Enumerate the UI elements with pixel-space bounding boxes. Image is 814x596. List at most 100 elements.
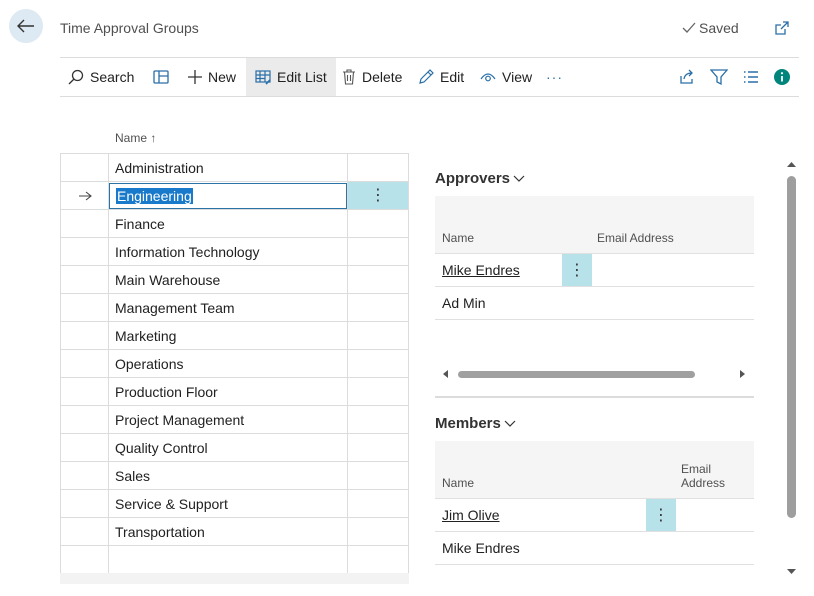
approvers-grid: Name Email Address Mike Endres ⋮ Ad Min bbox=[435, 196, 754, 365]
row-indicator-cell[interactable] bbox=[60, 238, 109, 265]
list-icon[interactable] bbox=[742, 68, 760, 86]
row-indicator-cell[interactable] bbox=[60, 518, 109, 545]
scroll-down-icon[interactable] bbox=[787, 568, 796, 575]
check-icon bbox=[682, 22, 696, 33]
share-icon[interactable] bbox=[677, 68, 695, 86]
list-row[interactable]: Sales bbox=[60, 462, 409, 490]
row-actions-cell bbox=[348, 238, 409, 265]
name-cell[interactable]: Service & Support bbox=[109, 490, 348, 517]
approvers-horizontal-scrollbar[interactable] bbox=[435, 365, 754, 383]
row-indicator-cell[interactable] bbox=[60, 322, 109, 349]
list-row[interactable]: Engineering ⋮ bbox=[60, 182, 409, 210]
filter-icon[interactable] bbox=[710, 68, 728, 86]
name-cell[interactable]: Transportation bbox=[109, 518, 348, 545]
name-cell[interactable]: Production Floor bbox=[109, 378, 348, 405]
scroll-up-icon[interactable] bbox=[787, 161, 796, 168]
approvers-name-link[interactable]: Mike Endres bbox=[442, 262, 520, 278]
name-cell[interactable]: Main Warehouse bbox=[109, 266, 348, 293]
approvers-scroll-thumb[interactable] bbox=[458, 371, 695, 378]
list-row[interactable]: Main Warehouse bbox=[60, 266, 409, 294]
name-cell-editor[interactable]: Engineering bbox=[109, 182, 347, 209]
row-indicator-cell[interactable] bbox=[60, 378, 109, 405]
row-indicator-cell[interactable] bbox=[60, 434, 109, 461]
layout-icon[interactable] bbox=[152, 68, 170, 86]
new-row[interactable] bbox=[60, 546, 409, 574]
name-cell[interactable]: Management Team bbox=[109, 294, 348, 321]
search-button[interactable]: Search bbox=[68, 58, 134, 96]
list-row[interactable]: Quality Control bbox=[60, 434, 409, 462]
row-more-options-button[interactable]: ⋮ bbox=[562, 254, 592, 287]
name-cell[interactable]: Project Management bbox=[109, 406, 348, 433]
more-options-icon[interactable]: ⋮ bbox=[370, 187, 386, 204]
row-indicator-cell[interactable] bbox=[60, 462, 109, 489]
members-empty-row bbox=[435, 564, 754, 584]
row-indicator-cell[interactable] bbox=[60, 182, 109, 209]
row-indicator-cell[interactable] bbox=[60, 294, 109, 321]
trash-icon bbox=[343, 69, 355, 85]
info-icon[interactable] bbox=[773, 68, 791, 86]
row-actions-cell bbox=[348, 350, 409, 377]
row-indicator-cell[interactable] bbox=[60, 406, 109, 433]
row-actions-cell[interactable]: ⋮ bbox=[348, 182, 409, 209]
row-indicator-cell[interactable] bbox=[60, 266, 109, 293]
approvers-name-header[interactable]: Name bbox=[442, 231, 474, 245]
row-indicator-cell[interactable] bbox=[60, 490, 109, 517]
delete-label: Delete bbox=[362, 69, 403, 85]
scroll-right-icon[interactable] bbox=[739, 370, 745, 378]
list-row[interactable]: Operations bbox=[60, 350, 409, 378]
row-actions-cell bbox=[348, 434, 409, 461]
name-cell[interactable]: Information Technology bbox=[109, 238, 348, 265]
list-row[interactable]: Marketing bbox=[60, 322, 409, 350]
list-row[interactable]: Production Floor bbox=[60, 378, 409, 406]
name-cell[interactable]: Operations bbox=[109, 350, 348, 377]
search-label: Search bbox=[90, 69, 135, 85]
name-cell[interactable]: Quality Control bbox=[109, 434, 348, 461]
edit-button[interactable]: Edit bbox=[418, 58, 464, 96]
name-cell[interactable]: Engineering bbox=[109, 182, 348, 209]
popout-icon[interactable] bbox=[773, 19, 791, 37]
part-divider bbox=[435, 396, 754, 398]
row-indicator-cell[interactable] bbox=[60, 350, 109, 377]
new-label: New bbox=[208, 69, 237, 85]
view-button[interactable]: View bbox=[480, 58, 532, 96]
list-row[interactable]: Information Technology bbox=[60, 238, 409, 266]
name-cell[interactable]: Marketing bbox=[109, 322, 348, 349]
name-cell[interactable]: Administration bbox=[109, 154, 348, 181]
name-column-header[interactable]: Name ↑ bbox=[115, 131, 156, 145]
row-indicator-cell[interactable] bbox=[60, 210, 109, 237]
scroll-left-icon[interactable] bbox=[443, 370, 449, 378]
name-cell[interactable]: Finance bbox=[109, 210, 348, 237]
approvers-header: Name Email Address bbox=[435, 196, 754, 253]
delete-button[interactable]: Delete bbox=[342, 58, 402, 96]
name-cell[interactable] bbox=[109, 546, 348, 573]
list-row[interactable]: Service & Support bbox=[60, 490, 409, 518]
members-email-header[interactable]: Email Address bbox=[681, 462, 754, 490]
vertical-scroll-thumb[interactable] bbox=[787, 176, 796, 518]
list-row[interactable]: Management Team bbox=[60, 294, 409, 322]
list-row[interactable]: Finance bbox=[60, 210, 409, 238]
members-name-link[interactable]: Jim Olive bbox=[442, 507, 500, 523]
edit-list-button[interactable]: Edit List bbox=[246, 58, 336, 96]
approvers-email-header[interactable]: Email Address bbox=[597, 231, 674, 245]
name-cell[interactable]: Sales bbox=[109, 462, 348, 489]
list-row[interactable]: Transportation bbox=[60, 518, 409, 546]
selected-text: Engineering bbox=[116, 187, 193, 204]
members-row[interactable]: Mike Endres bbox=[435, 531, 754, 564]
row-actions-cell bbox=[348, 462, 409, 489]
approvers-row[interactable]: Ad Min bbox=[435, 286, 754, 319]
row-actions-cell bbox=[348, 518, 409, 545]
new-button[interactable]: New bbox=[188, 58, 236, 96]
members-title[interactable]: Members bbox=[435, 415, 516, 432]
arrow-right-icon bbox=[78, 191, 92, 200]
row-indicator-cell[interactable] bbox=[60, 154, 109, 181]
saved-label: Saved bbox=[699, 20, 739, 36]
list-row[interactable]: Administration bbox=[60, 154, 409, 182]
back-button[interactable] bbox=[9, 9, 43, 43]
approvers-row[interactable]: Mike Endres ⋮ bbox=[435, 253, 754, 287]
approvers-title[interactable]: Approvers bbox=[435, 170, 525, 187]
members-row[interactable]: Jim Olive ⋮ bbox=[435, 498, 754, 532]
members-name-header[interactable]: Name bbox=[442, 476, 474, 490]
more-actions-button[interactable]: ··· bbox=[546, 58, 563, 96]
list-row[interactable]: Project Management bbox=[60, 406, 409, 434]
row-more-options-button[interactable]: ⋮ bbox=[646, 499, 676, 532]
